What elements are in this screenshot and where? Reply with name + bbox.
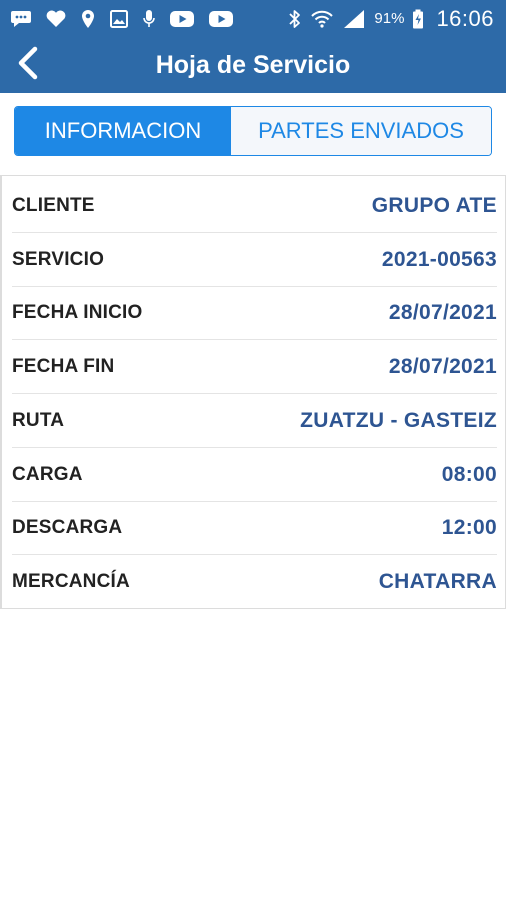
image-icon: [109, 9, 129, 29]
info-value: 28/07/2021: [388, 355, 497, 378]
bluetooth-icon: [288, 9, 302, 29]
tab-partes-enviados[interactable]: PARTES ENVIADOS: [231, 107, 491, 155]
segmented-tabs: INFORMACION PARTES ENVIADOS: [14, 106, 492, 156]
info-row-cliente: CLIENTE GRUPO ATE: [12, 179, 497, 233]
battery-icon: [412, 9, 424, 29]
info-row-carga: CARGA 08:00: [12, 448, 497, 502]
clock: 16:06: [436, 5, 494, 31]
youtube-icon: [208, 10, 234, 28]
info-value: 2021-00563: [381, 248, 497, 271]
info-row-descarga: DESCARGA 12:00: [12, 501, 497, 555]
location-icon: [80, 9, 96, 29]
message-icon: [10, 10, 32, 28]
youtube-icon: [169, 10, 195, 28]
battery-percent: 91%: [374, 10, 405, 27]
info-value: 12:00: [441, 516, 497, 539]
info-row-mercancia: MERCANCÍA CHATARRA: [12, 555, 497, 609]
info-label: FECHA FIN: [12, 356, 115, 377]
signal-icon: [342, 9, 366, 29]
service-info-panel: CLIENTE GRUPO ATE SERVICIO 2021-00563 FE…: [0, 175, 506, 609]
info-row-ruta: RUTA ZUATZU - GASTEIZ: [12, 394, 497, 448]
app-bar: Hoja de Servicio: [0, 37, 506, 93]
info-row-fecha-inicio: FECHA INICIO 28/07/2021: [12, 286, 497, 340]
info-label: DESCARGA: [12, 517, 123, 538]
info-label: FECHA INICIO: [12, 302, 143, 323]
wifi-icon: [310, 9, 334, 29]
tabs-container: INFORMACION PARTES ENVIADOS: [0, 93, 506, 173]
info-value: 28/07/2021: [388, 301, 497, 324]
tab-informacion[interactable]: INFORMACION: [15, 107, 231, 155]
info-label: CLIENTE: [12, 195, 95, 216]
system-icons: 91% 16:06: [288, 6, 494, 32]
info-value: CHATARRA: [378, 570, 497, 593]
heart-icon: [45, 10, 67, 28]
status-bar: 91% 16:06: [0, 0, 506, 37]
info-value: ZUATZU - GASTEIZ: [300, 409, 497, 432]
notification-icons: [10, 9, 234, 29]
info-row-servicio: SERVICIO 2021-00563: [12, 233, 497, 287]
info-row-fecha-fin: FECHA FIN 28/07/2021: [12, 340, 497, 394]
info-value: 08:00: [441, 463, 497, 486]
info-label: SERVICIO: [12, 249, 105, 270]
info-label: RUTA: [12, 410, 65, 431]
info-label: MERCANCÍA: [12, 571, 130, 592]
mic-icon: [142, 9, 156, 29]
info-value: GRUPO ATE: [371, 194, 497, 217]
info-label: CARGA: [12, 464, 83, 485]
page-title: Hoja de Servicio: [155, 51, 351, 79]
